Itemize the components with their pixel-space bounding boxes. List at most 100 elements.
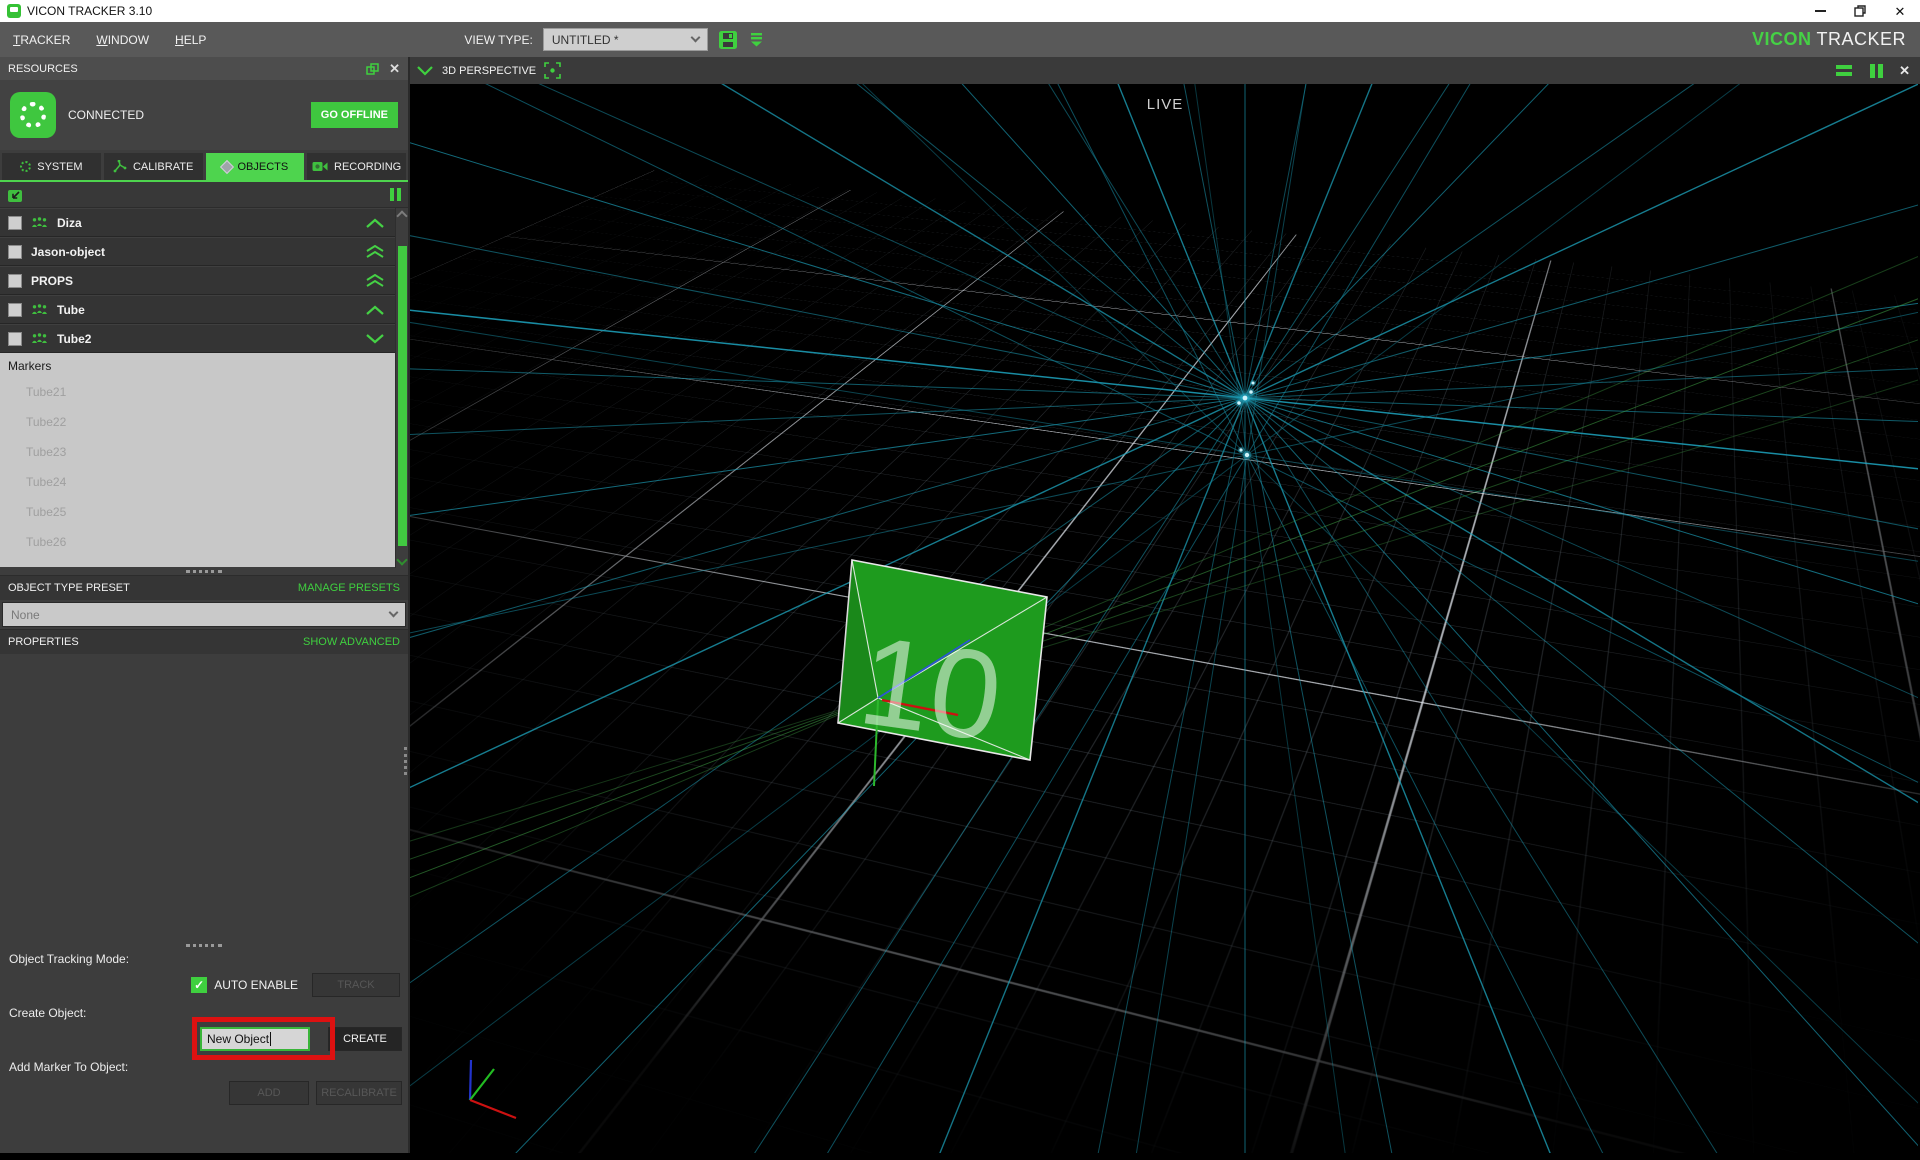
chevron-down-icon xyxy=(690,33,700,43)
object-row-tube2[interactable]: Tube2 xyxy=(0,324,408,353)
objects-diamond-icon xyxy=(219,159,233,173)
object-row-tube[interactable]: Tube xyxy=(0,295,408,324)
view-options-button[interactable] xyxy=(1836,65,1852,76)
recalibrate-button[interactable]: RECALIBRATE xyxy=(316,1081,402,1105)
app-icon xyxy=(7,4,21,18)
load-view-button[interactable] xyxy=(749,32,764,47)
text-caret xyxy=(270,1032,271,1046)
object-list-scrollbar[interactable] xyxy=(395,208,408,568)
tab-system[interactable]: SYSTEM xyxy=(2,153,101,180)
minimize-button[interactable] xyxy=(1800,0,1840,22)
close-view-button[interactable]: ✕ xyxy=(1899,63,1910,79)
load-object-button[interactable] xyxy=(7,187,24,203)
create-button[interactable]: CREATE xyxy=(328,1027,402,1051)
resources-title: RESOURCES xyxy=(8,63,356,75)
object-type-preset-header: OBJECT TYPE PRESET xyxy=(8,582,298,594)
object-list: Diza Jason-object PROPS Tube xyxy=(0,208,408,567)
manage-presets-link[interactable]: MANAGE PRESETS xyxy=(298,582,400,594)
restore-button[interactable] xyxy=(1840,0,1880,22)
view-menu-chevron-icon[interactable] xyxy=(416,65,434,76)
double-collapse-chevron-icon[interactable] xyxy=(364,245,386,258)
collapse-chevron-icon[interactable] xyxy=(364,217,386,229)
scrollbar-thumb[interactable] xyxy=(398,246,407,546)
expand-chevron-icon[interactable] xyxy=(364,333,386,345)
panel-resize-handle[interactable] xyxy=(404,747,407,775)
object-checkbox[interactable] xyxy=(8,245,22,259)
system-icon xyxy=(20,161,31,172)
tracked-object-layer: 10 xyxy=(410,84,1918,1153)
marker-item[interactable]: Tube26 xyxy=(8,527,408,557)
track-button[interactable]: TRACK xyxy=(312,973,400,997)
object-row-props[interactable]: PROPS xyxy=(0,266,408,295)
close-button[interactable]: ✕ xyxy=(1880,0,1920,22)
save-view-button[interactable] xyxy=(718,30,739,50)
object-checkbox[interactable] xyxy=(8,332,22,346)
tracking-mode-label: Object Tracking Mode: xyxy=(0,949,408,969)
resources-panel: RESOURCES ✕ CONNECTED GO OFFLINE SYSTEM … xyxy=(0,57,410,1153)
menu-tracker[interactable]: TRACKER xyxy=(0,22,83,57)
restore-icon xyxy=(1854,5,1866,17)
viewport-title: 3D PERSPECTIVE xyxy=(442,65,536,77)
world-axis-triad xyxy=(470,1060,516,1118)
properties-header: PROPERTIES xyxy=(8,636,303,648)
view-type-label: VIEW TYPE: xyxy=(464,33,532,47)
object-number-label: 10 xyxy=(852,609,1010,768)
create-object-label: Create Object: xyxy=(0,1003,408,1023)
new-object-input[interactable]: New Object xyxy=(200,1027,310,1051)
tab-recording[interactable]: RECORDING xyxy=(307,153,406,180)
calibrate-wand-icon xyxy=(113,160,127,173)
float-panel-icon xyxy=(366,63,379,75)
marker-item[interactable]: Tube22 xyxy=(8,407,408,437)
chevron-down-icon xyxy=(389,608,399,618)
live-status-label: LIVE xyxy=(410,96,1920,113)
window-title: VICON TRACKER 3.10 xyxy=(27,4,152,18)
center-view-icon[interactable] xyxy=(544,62,561,79)
markers-section: Markers Tube21 Tube22 Tube23 Tube24 Tube… xyxy=(0,353,408,567)
scene-3d[interactable]: 10 LIVE xyxy=(410,84,1920,1153)
vicon-connection-icon xyxy=(10,92,56,138)
collapse-chevron-icon[interactable] xyxy=(364,304,386,316)
scroll-up-icon[interactable] xyxy=(396,210,407,221)
auto-enable-checkbox[interactable]: ✓ AUTO ENABLE xyxy=(191,977,298,993)
go-offline-button[interactable]: GO OFFLINE xyxy=(311,102,398,128)
show-advanced-link[interactable]: SHOW ADVANCED xyxy=(303,636,400,648)
title-bar: VICON TRACKER 3.10 ✕ xyxy=(0,0,1920,22)
markers-group-icon xyxy=(31,304,48,315)
pause-view-button[interactable] xyxy=(1870,64,1883,78)
markers-group-icon xyxy=(31,217,48,228)
tab-objects[interactable]: OBJECTS xyxy=(206,153,305,180)
menu-help[interactable]: HELP xyxy=(162,22,219,57)
checkmark-icon: ✓ xyxy=(191,977,207,993)
connection-status: CONNECTED xyxy=(68,108,311,122)
close-panel-button[interactable]: ✕ xyxy=(389,61,400,77)
tab-calibrate[interactable]: CALIBRATE xyxy=(104,153,203,180)
marker-item[interactable]: Tube24 xyxy=(8,467,408,497)
object-checkbox[interactable] xyxy=(8,274,22,288)
markers-header: Markers xyxy=(8,359,408,373)
markers-group-icon xyxy=(31,333,48,344)
object-checkbox[interactable] xyxy=(8,216,22,230)
marker-item[interactable]: Tube23 xyxy=(8,437,408,467)
marker-item[interactable]: Tube25 xyxy=(8,497,408,527)
recording-camera-icon xyxy=(312,161,328,172)
menu-window[interactable]: WINDOW xyxy=(83,22,162,57)
viewport-3d: 3D PERSPECTIVE ✕ xyxy=(410,57,1920,1153)
object-row-diza[interactable]: Diza xyxy=(0,208,408,237)
horizontal-splitter[interactable] xyxy=(186,570,222,573)
view-type-dropdown[interactable]: UNTITLED * xyxy=(543,28,708,51)
menu-bar: TRACKER WINDOW HELP VIEW TYPE: UNTITLED … xyxy=(0,22,1920,57)
scroll-down-icon[interactable] xyxy=(396,554,407,565)
vicon-tracker-logo: VICON TRACKER xyxy=(1752,29,1920,50)
properties-empty-area xyxy=(0,654,408,941)
pause-list-button[interactable] xyxy=(390,188,401,201)
object-checkbox[interactable] xyxy=(8,303,22,317)
preset-dropdown[interactable]: None xyxy=(2,602,406,627)
float-panel-button[interactable] xyxy=(366,63,379,75)
double-collapse-chevron-icon[interactable] xyxy=(364,274,386,287)
add-button[interactable]: ADD xyxy=(229,1081,309,1105)
marker-item[interactable]: Tube21 xyxy=(8,377,408,407)
close-icon: ✕ xyxy=(1895,5,1906,18)
minimize-icon xyxy=(1815,10,1826,12)
horizontal-splitter[interactable] xyxy=(186,944,222,947)
object-row-jason-object[interactable]: Jason-object xyxy=(0,237,408,266)
